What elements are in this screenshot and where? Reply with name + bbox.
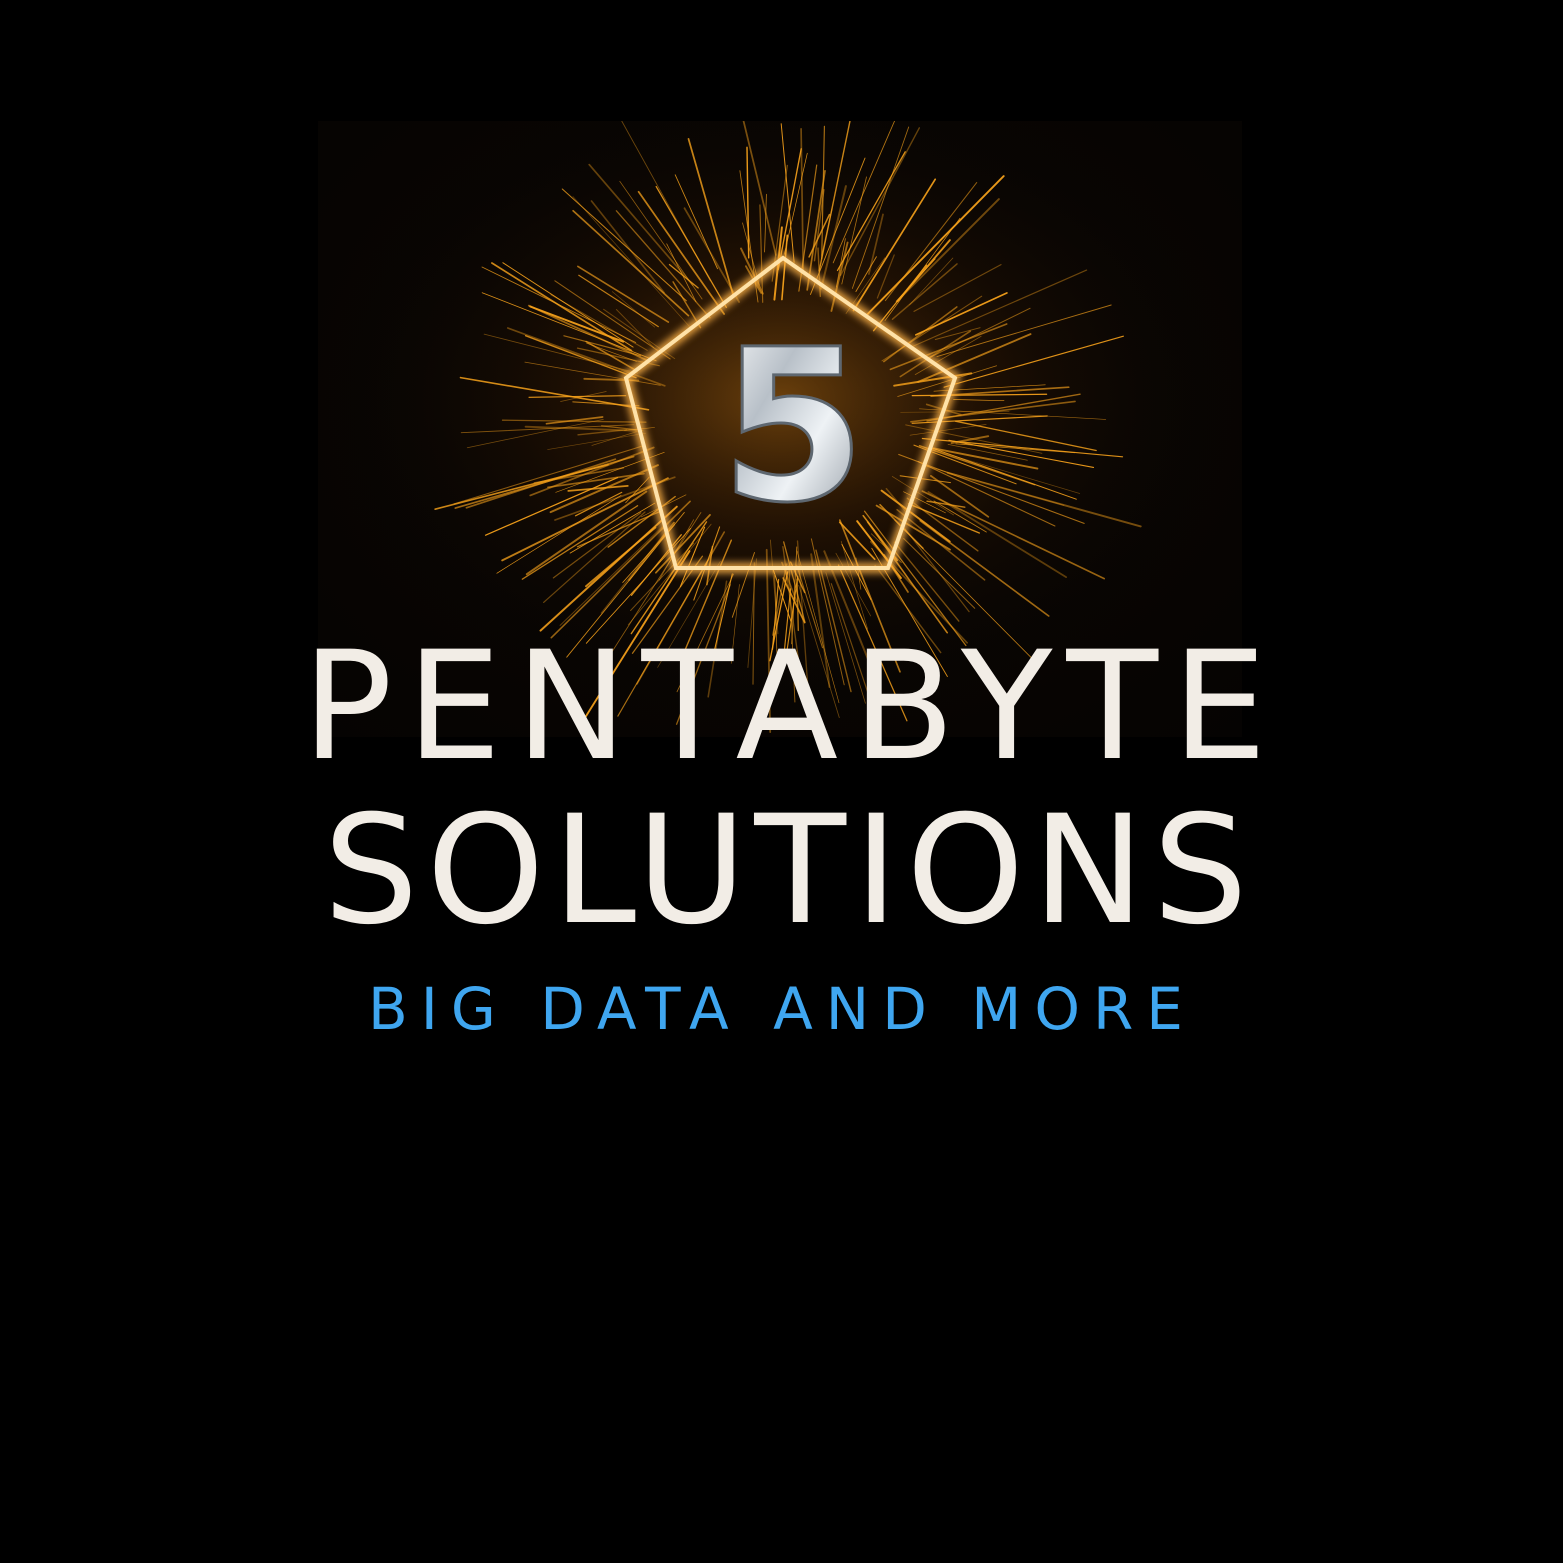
emblem-numeral: 5 bbox=[720, 304, 866, 549]
logo-canvas: 5 PENTABYTE SOLUTIONS BIG DATA AND MORE bbox=[0, 0, 1563, 1563]
company-name-line-1: PENTABYTE bbox=[302, 620, 1281, 794]
tagline: BIG DATA AND MORE bbox=[368, 975, 1196, 1043]
company-name-line-2: SOLUTIONS bbox=[323, 784, 1256, 958]
